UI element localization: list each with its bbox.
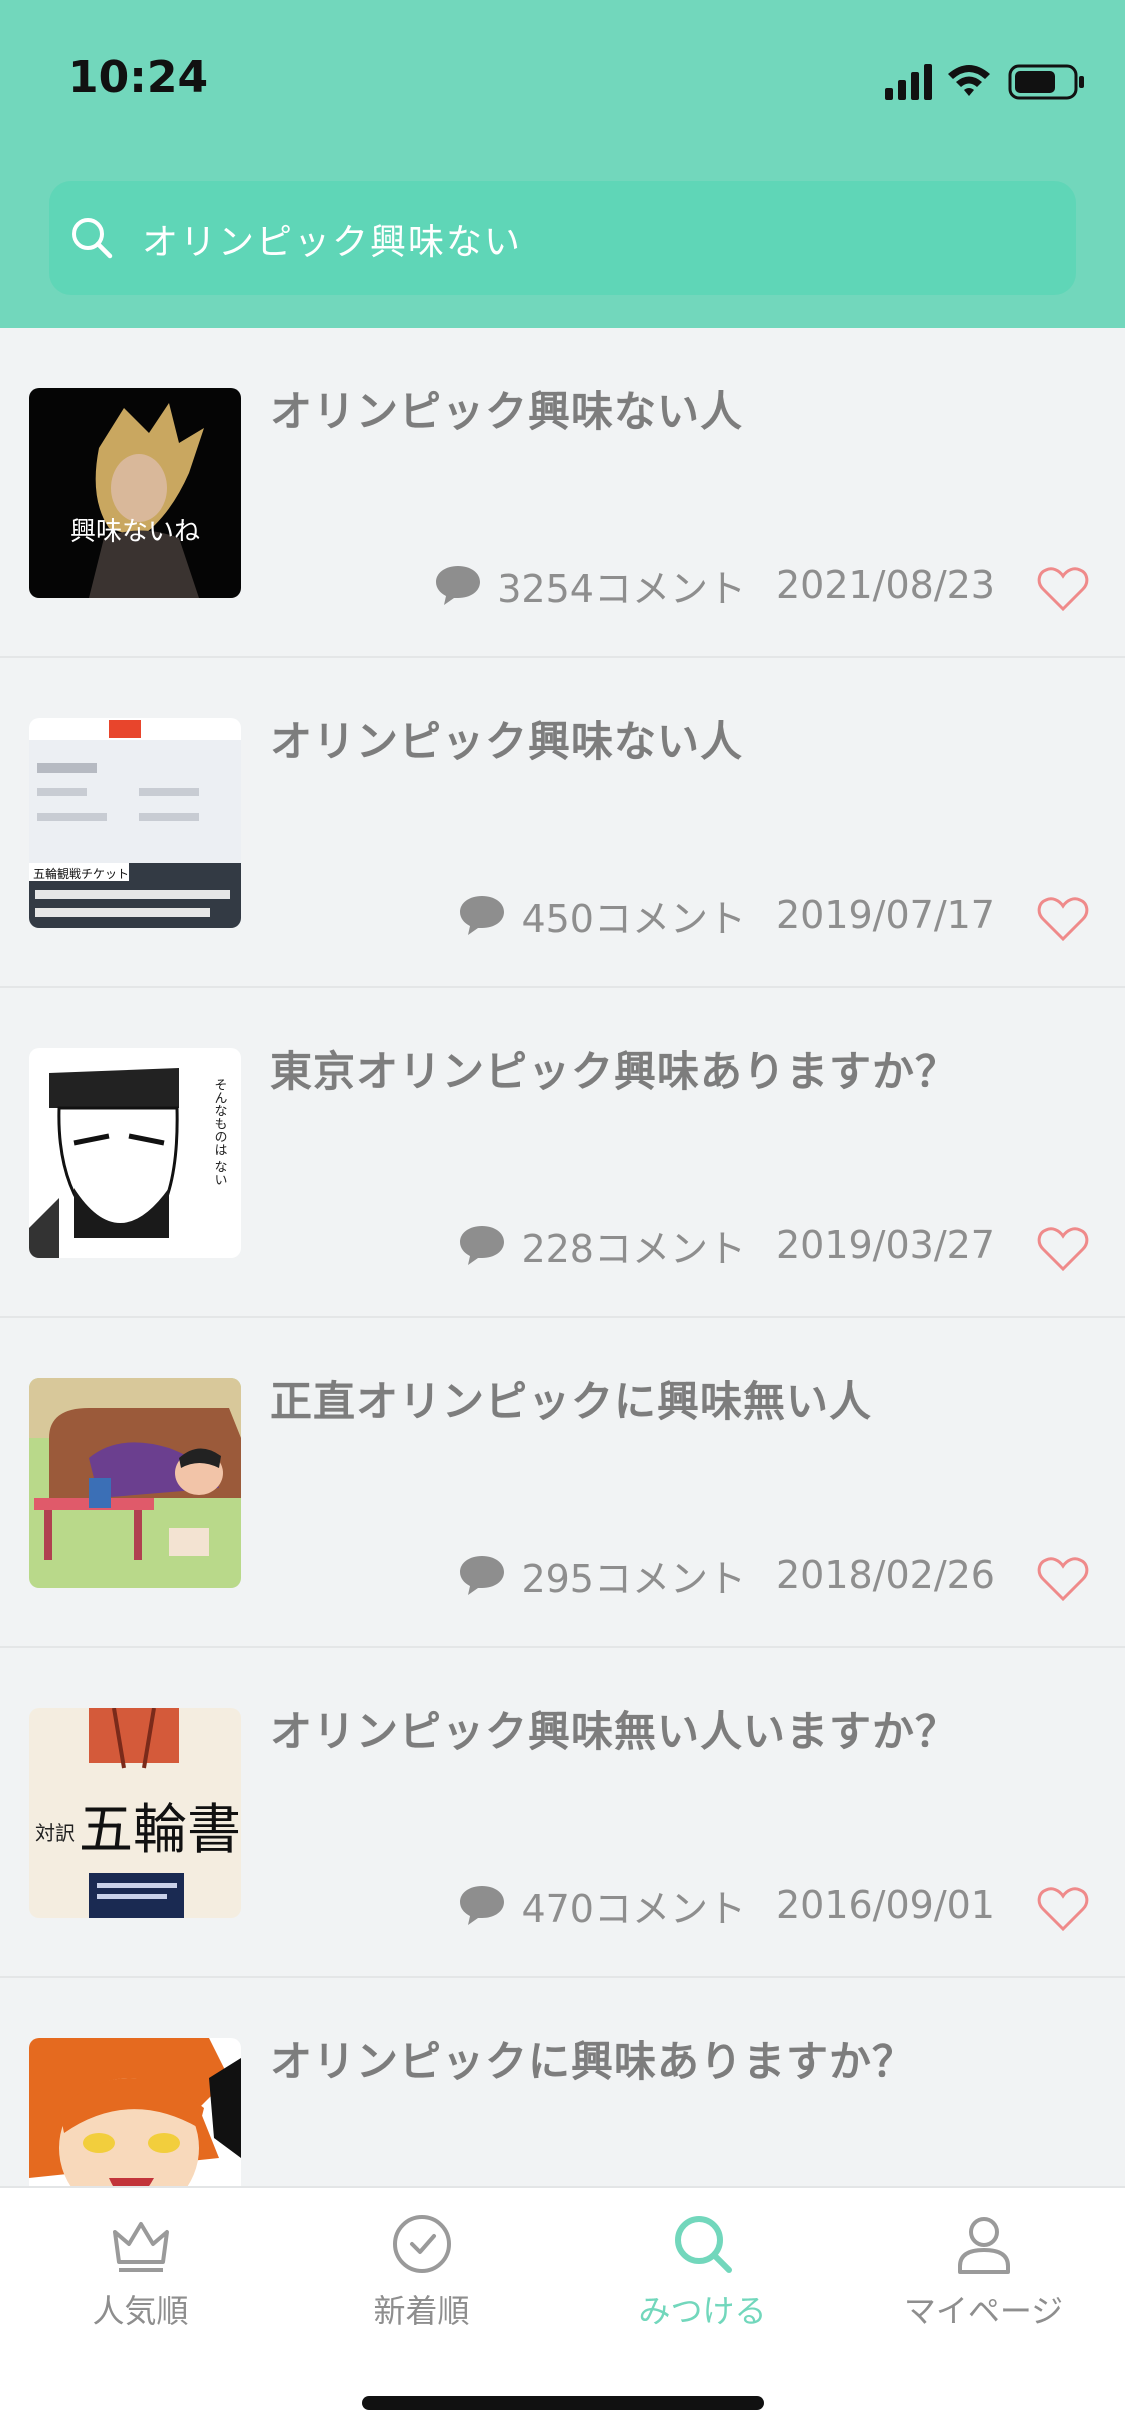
thumb-caption: そんなものは ない [212,1078,227,1186]
wifi-icon [948,65,990,96]
clock-icon [392,2215,451,2273]
heart-icon[interactable] [1037,1886,1089,1932]
result-meta: 450コメント 2019/07/17 [457,890,995,941]
thumbnail-image: 五輪観戦チケット [29,718,241,928]
search-input[interactable]: オリンピック興味ない [49,181,1076,295]
search-icon [72,218,113,259]
result-title: オリンピックに興味ありますか？ [270,2037,916,2086]
heart-icon[interactable] [1037,1556,1089,1602]
status-icons [885,58,1095,106]
post-date: 2021/08/23 [775,563,995,607]
result-meta: 228コメント 2019/03/27 [457,1220,995,1271]
battery-icon [1008,64,1084,100]
post-date: 2018/02/26 [775,1553,995,1597]
tab-discover[interactable]: みつける [562,2212,843,2342]
tab-label: みつける [638,2292,767,2330]
tab-label: 新着順 [373,2292,470,2330]
result-meta: 470コメント 2016/09/01 [457,1880,995,1931]
tab-newest[interactable]: 新着順 [281,2212,562,2342]
list-item[interactable]: 対訳 五輪書 オリンピック興味無い人いますか？ 470コメント 2016/09/… [0,1648,1125,1978]
comment-count: 3254コメント [497,566,746,611]
thumb-caption: 五輪書 [79,1798,241,1861]
header: 10:24 オリンピック興味ない [0,0,1125,328]
list-item[interactable]: 正直オリンピックに興味無い人 295コメント 2018/02/26 [0,1318,1125,1648]
signal-icon [885,64,932,100]
result-title: 正直オリンピックに興味無い人 [270,1377,873,1426]
post-date: 2016/09/01 [775,1883,995,1927]
comment-icon [460,1556,505,1595]
heart-icon[interactable] [1037,1226,1089,1272]
list-item[interactable]: 五輪観戦チケット オリンピック興味ない人 450コメント 2019/07/17 [0,658,1125,988]
comment-icon [436,566,481,605]
comment-icon [460,1226,505,1265]
post-date: 2019/03/27 [775,1223,995,1267]
heart-icon[interactable] [1037,566,1089,612]
result-title: オリンピック興味ない人 [270,717,744,766]
thumbnail-image: そんなものは ない [29,1048,241,1258]
comment-count: 450コメント [521,896,746,941]
list-item[interactable]: 興味ないね オリンピック興味ない人 3254コメント 2021/08/23 [0,328,1125,658]
comment-icon [460,896,505,935]
tab-popular[interactable]: 人気順 [0,2212,281,2342]
crown-icon [112,2222,169,2272]
comment-count: 470コメント [521,1886,746,1931]
result-title: オリンピック興味無い人いますか？ [270,1707,959,1756]
thumbnail-image [29,1378,241,1588]
heart-icon[interactable] [1037,896,1089,942]
result-meta: 3254コメント 2021/08/23 [433,560,995,611]
result-meta: 295コメント 2018/02/26 [457,1550,995,1601]
result-title: 東京オリンピック興味ありますか？ [270,1047,959,1096]
search-icon [674,2216,732,2273]
thumb-caption: 興味ないね [70,517,200,547]
post-date: 2019/07/17 [775,893,995,937]
tab-label: マイページ [903,2292,1064,2330]
status-time: 10:24 [68,52,209,103]
home-indicator[interactable] [362,2396,764,2410]
comment-count: 295コメント [521,1556,746,1601]
thumbnail-image: 興味ないね [29,388,241,598]
thumb-caption: 五輪観戦チケット [33,866,129,881]
svg-text:対訳: 対訳 [35,1821,75,1845]
thumbnail-image: 対訳 五輪書 [29,1708,241,1918]
comment-count: 228コメント [521,1226,746,1271]
comment-icon [460,1886,505,1925]
tab-mypage[interactable]: マイページ [843,2212,1124,2342]
search-query: オリンピック興味ない [142,222,523,263]
result-title: オリンピック興味ない人 [270,387,744,436]
list-item[interactable]: そんなものは ない 東京オリンピック興味ありますか？ 228コメント 2019/… [0,988,1125,1318]
tab-label: 人気順 [92,2292,189,2330]
person-icon [957,2217,1010,2274]
